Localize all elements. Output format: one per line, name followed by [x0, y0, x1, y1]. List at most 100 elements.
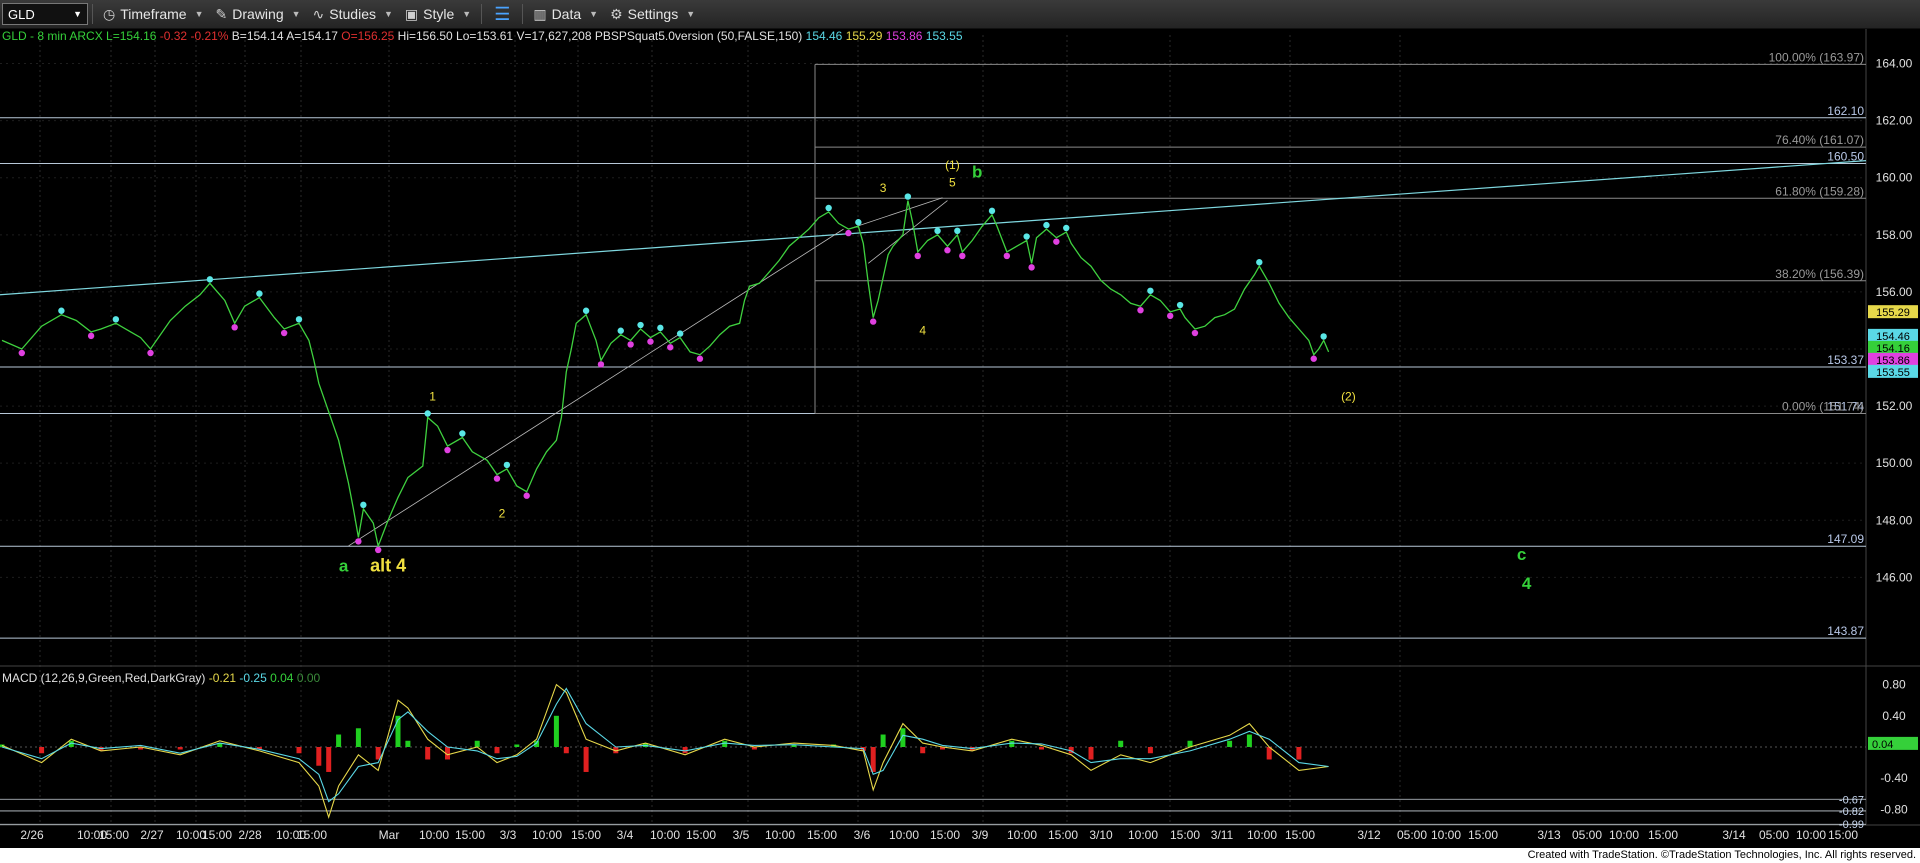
style-menu[interactable]: ▣ Style ▼ — [399, 2, 477, 26]
settings-menu[interactable]: ⚙ Settings ▼ — [604, 2, 701, 26]
macd-tick-label: -0.40 — [1880, 771, 1908, 785]
timeframe-label: Timeframe — [120, 6, 187, 22]
macd-tag-label: -0.67 — [1839, 794, 1864, 806]
macd-histogram-bar — [870, 747, 876, 772]
pencil-icon: ✎ — [215, 5, 228, 22]
time-axis[interactable]: 2/26 10:0015:00 2/27 10:0015:00 2/28 10:0015:… — [20, 828, 1858, 842]
swing-high-marker — [206, 276, 214, 283]
header-field: V=17,627,208 — [513, 29, 592, 43]
swing-high-marker — [503, 461, 511, 469]
macd-histogram-bar — [880, 734, 886, 747]
swing-high-marker — [1176, 301, 1184, 309]
wave-label: (1) — [945, 158, 960, 172]
time-tick-label: 3/9 — [972, 828, 989, 842]
swing-high-marker — [582, 307, 590, 314]
swing-high-marker — [657, 324, 664, 332]
price-tick-label: 162.00 — [1876, 114, 1913, 128]
macd-histogram-bar — [355, 728, 361, 747]
header-field: -0.21% — [187, 29, 229, 43]
macd-header: MACD (12,26,9,Green,Red,DarkGray) -0.21 … — [2, 671, 321, 685]
layout-icon[interactable]: ☰ — [486, 2, 518, 26]
swing-high-marker — [295, 316, 303, 323]
wave-label: c — [1517, 545, 1526, 564]
macd-histogram-bar — [316, 747, 322, 766]
level-label: 147.09 — [1827, 532, 1864, 546]
time-tick-label: 15:00 — [1048, 828, 1078, 842]
macd-histogram-bar — [336, 734, 342, 747]
swing-low-marker — [914, 252, 921, 260]
swing-high-marker — [112, 316, 120, 323]
level-label: 162.10 — [1827, 104, 1864, 118]
macd-histogram-bar — [474, 740, 480, 747]
studies-menu[interactable]: ∿ Studies ▼ — [307, 2, 399, 26]
symbol-selector[interactable]: GLD ▼ — [2, 3, 88, 25]
macd-histogram-bar — [1088, 747, 1094, 760]
toolbar-divider — [92, 4, 93, 24]
symbol-text: GLD — [8, 6, 35, 22]
swing-high-marker — [988, 207, 996, 215]
swing-low-marker — [147, 349, 154, 357]
time-tick-label: 15:00 — [1285, 828, 1315, 842]
header-field: PBSPSquat5.0version (50,FALSE,150) — [592, 29, 803, 43]
swing-low-marker — [231, 324, 238, 331]
price-axis[interactable]: 146.00148.00150.00152.00154.00156.00158.… — [1868, 57, 1918, 585]
time-tick-label: 3/5 — [733, 828, 750, 842]
price-chart[interactable]: 162.10160.50153.37151.74147.09143.87 100… — [0, 29, 1920, 848]
price-tick-label: 146.00 — [1876, 570, 1913, 584]
price-tick-label: 152.00 — [1876, 399, 1913, 413]
time-tick-label: 10:00 — [1007, 828, 1037, 842]
swing-high-marker — [256, 290, 263, 297]
time-tick-label: 3/10 — [1089, 828, 1113, 842]
price-tag-label: 153.55 — [1876, 367, 1910, 379]
swing-low-marker — [627, 341, 634, 348]
timeframe-menu[interactable]: ◷ Timeframe ▼ — [97, 2, 210, 26]
time-tick-label: 3/14 — [1722, 828, 1746, 842]
chart-header: GLD - 8 min ARCX L=154.16 -0.32 -0.21% B… — [2, 29, 963, 43]
time-tick-label: 15:00 — [807, 828, 837, 842]
fibonacci-retracement[interactable]: 100.00% (163.97) 76.40% (161.07) 61.80% (1… — [0, 29, 1866, 415]
header-field: B=154.14 — [228, 29, 283, 43]
swing-high-marker — [1256, 259, 1263, 266]
channel-trendline — [0, 160, 1867, 296]
macd-tick-label: -0.80 — [1880, 802, 1908, 816]
swing-high-marker — [637, 321, 644, 329]
wave-label: (2) — [1341, 389, 1356, 403]
swing-high-marker — [676, 330, 684, 337]
time-tick-label: 3/6 — [854, 828, 871, 842]
fib-level-label: 0.00% (151.74) — [1782, 400, 1864, 414]
swing-low-marker — [444, 446, 451, 454]
macd-histogram-bar — [553, 715, 559, 747]
swing-high-marker — [825, 204, 832, 212]
chevron-down-icon: ▼ — [462, 9, 472, 19]
header-field: L=154.16 — [103, 29, 157, 43]
trendlines[interactable] — [0, 160, 1867, 547]
swing-low-marker — [597, 361, 605, 368]
macd-line — [1, 683, 1329, 820]
header-field: 153.86 — [882, 29, 922, 43]
time-tick-label: 10:00 — [419, 828, 449, 842]
macd-histogram-bar — [405, 740, 411, 747]
swing-high-marker — [459, 430, 466, 437]
wave-label: 4 — [1522, 574, 1532, 593]
macd-panel: 0.800.40-0.40-0.800.04-0.67-0.82-0.99 — [0, 678, 1918, 831]
drawing-menu[interactable]: ✎ Drawing ▼ — [210, 2, 307, 26]
header-field: 153.55 — [922, 29, 962, 43]
bar-chart-icon: ▥ — [533, 5, 547, 22]
macd-histogram-bar — [514, 744, 520, 747]
data-menu[interactable]: ▥ Data ▼ — [527, 2, 604, 26]
gear-icon: ⚙ — [610, 5, 623, 22]
swing-low-marker — [845, 229, 852, 237]
macd-tag-label: -0.82 — [1839, 806, 1864, 818]
time-tick-label: 05:00 — [1759, 828, 1789, 842]
macd-histogram-bar — [1227, 740, 1233, 747]
swing-low-marker — [493, 475, 501, 482]
clock-icon: ◷ — [103, 5, 116, 22]
chevron-down-icon: ▼ — [291, 9, 301, 19]
swing-low-marker — [1053, 238, 1060, 245]
wave-label: 2 — [499, 506, 506, 520]
wave-label: 4 — [919, 324, 926, 338]
wave-label: 1 — [429, 389, 436, 403]
swing-high-marker — [904, 193, 912, 200]
fib-level-label: 76.40% (161.07) — [1775, 133, 1864, 147]
macd-histogram-bar — [1246, 734, 1252, 747]
